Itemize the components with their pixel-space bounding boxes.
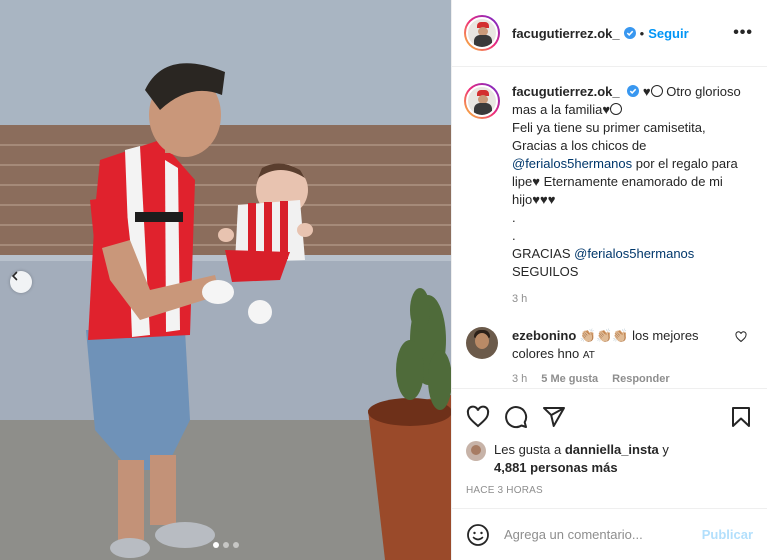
caption-mention-link[interactable]: @ferialos5hermanos — [574, 246, 694, 261]
comment-likes[interactable]: 5 Me gusta — [541, 373, 598, 385]
comment-time[interactable]: 3 h — [512, 373, 527, 385]
black-hearts-icon: ♥♥♥ — [532, 192, 556, 207]
carousel-indicator — [212, 542, 239, 548]
photo-illustration — [0, 0, 451, 560]
verified-badge-icon — [623, 27, 636, 39]
likes-prefix: Les gusta a — [494, 442, 562, 457]
author-avatar[interactable] — [464, 15, 500, 51]
comment-item: ezebonino 👏🏼👏🏼👏🏼 los mejores colores hno… — [464, 327, 753, 365]
caption-follow-them: SEGUILOS — [512, 264, 579, 279]
post-sidebar: facugutierrez.ok_ • Seguir ••• facugutie… — [451, 0, 767, 560]
caption-dot: . — [512, 228, 516, 243]
publish-button[interactable]: Publicar — [702, 527, 753, 542]
post-timestamp[interactable]: HACE 3 HORAS — [466, 485, 753, 508]
circle-icon — [650, 85, 663, 97]
liker-avatar[interactable] — [466, 441, 486, 461]
caption-dot: . — [512, 210, 516, 225]
reply-button[interactable]: Responder — [612, 373, 669, 385]
caption-line2: Feli ya tiene su primer camisetita, Grac… — [512, 120, 706, 153]
carousel-dot — [222, 542, 229, 548]
caption-timestamp[interactable]: 3 h — [512, 293, 753, 305]
heart-icon[interactable] — [466, 405, 490, 429]
post-photo[interactable] — [0, 0, 451, 560]
commenter-username[interactable]: ezebonino — [512, 328, 576, 343]
black-heart-icon: ♥ — [642, 84, 651, 99]
share-icon[interactable] — [542, 405, 566, 429]
instagram-post: facugutierrez.ok_ • Seguir ••• facugutie… — [0, 0, 767, 560]
comment-at-tag: AT — [582, 350, 595, 361]
more-options-button[interactable]: ••• — [733, 24, 753, 42]
comment-meta: 3 h 5 Me gusta Responder — [512, 373, 753, 385]
caption-username[interactable]: facugutierrez.ok_ — [512, 84, 620, 99]
post-actions: Les gusta a danniella_insta y 4,881 pers… — [452, 388, 767, 508]
chevron-left-icon — [11, 271, 18, 281]
carousel-prev-button[interactable] — [10, 271, 32, 293]
caption-text: facugutierrez.ok_ ♥ Otro glorioso mas a … — [512, 83, 747, 281]
black-heart-icon: ♥ — [602, 102, 611, 117]
emoji-icon[interactable] — [466, 523, 490, 547]
carousel-dot — [232, 542, 239, 548]
caption-author-avatar[interactable] — [464, 83, 500, 119]
verified-badge-icon — [627, 85, 640, 97]
liker-username[interactable]: danniella_insta — [565, 442, 659, 457]
comment-text: ezebonino 👏🏼👏🏼👏🏼 los mejores colores hno… — [512, 327, 732, 365]
comments-section: facugutierrez.ok_ ♥ Otro glorioso mas a … — [452, 67, 767, 388]
caption-thanks: GRACIAS — [512, 246, 571, 261]
carousel-dot-active — [212, 542, 219, 548]
post-caption: facugutierrez.ok_ ♥ Otro glorioso mas a … — [464, 83, 753, 281]
likes-conj: y — [662, 442, 669, 457]
likes-count[interactable]: 4,881 personas más — [494, 460, 618, 475]
caption-mention-link[interactable]: @ferialos5hermanos — [512, 156, 632, 171]
clapping-emoji: 👏🏼👏🏼👏🏼 — [579, 328, 629, 343]
follow-button[interactable]: Seguir — [648, 26, 688, 41]
circle-icon — [610, 103, 623, 115]
bookmark-icon[interactable] — [729, 405, 753, 429]
add-comment-bar: Publicar — [452, 508, 767, 560]
likes-summary: Les gusta a danniella_insta y 4,881 pers… — [466, 441, 753, 477]
comment-like-heart-icon[interactable] — [735, 331, 747, 343]
author-username[interactable]: facugutierrez.ok_ — [512, 26, 620, 41]
black-heart-icon: ♥ — [532, 174, 540, 189]
action-icons — [466, 397, 753, 437]
post-header: facugutierrez.ok_ • Seguir ••• — [452, 0, 767, 67]
commenter-avatar[interactable] — [466, 327, 498, 359]
comment-input[interactable] — [504, 527, 702, 542]
comment-icon[interactable] — [504, 405, 528, 429]
